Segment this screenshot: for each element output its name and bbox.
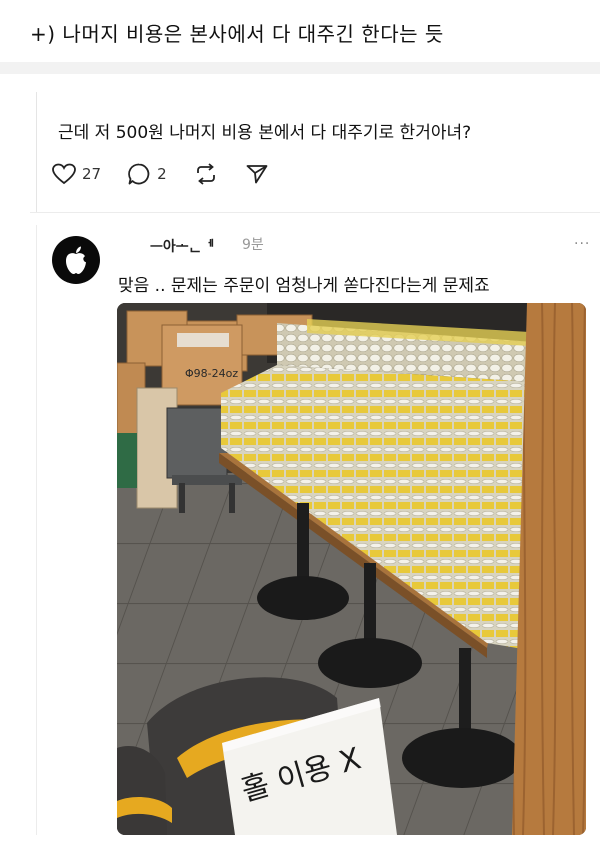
timestamp: 9분 (242, 237, 264, 253)
username[interactable]: ᅳ아ᅩᆫᅦ (150, 236, 214, 256)
avatar[interactable] (52, 236, 100, 284)
comment-actions: 27 2 (52, 162, 295, 186)
comment-text: 근데 저 500원 나머지 비용 본에서 다 대주기로 한거아녀? (58, 123, 472, 143)
like-button[interactable]: 27 (52, 163, 101, 185)
post-header-text: +) 나머지 비용은 본사에서 다 대주긴 한다는 듯 (30, 22, 444, 46)
reply-count: 2 (157, 165, 167, 183)
share-button[interactable] (245, 162, 269, 186)
cafe-photo-illustration: Φ98-24oz 홀 이용 X (117, 303, 586, 835)
heart-icon (52, 163, 76, 185)
repost-icon (196, 163, 215, 185)
photo[interactable]: Φ98-24oz 홀 이용 X (117, 303, 586, 835)
thread-line (36, 225, 37, 835)
reply-text: 맞음 .. 문제는 주문이 엄청나게 쏟다진다는게 문제죠 (118, 276, 490, 296)
like-count: 27 (82, 165, 102, 183)
separator (30, 212, 600, 213)
thread-line (36, 92, 37, 212)
repost-button[interactable] (193, 162, 219, 186)
paper-plane-icon (246, 165, 268, 184)
section-divider (0, 62, 600, 74)
speech-bubble-icon (128, 163, 150, 185)
box-label: Φ98-24oz (185, 367, 238, 380)
more-icon[interactable]: ... (574, 232, 590, 248)
apple-logo-icon (66, 246, 89, 274)
reply-button[interactable]: 2 (127, 162, 167, 186)
